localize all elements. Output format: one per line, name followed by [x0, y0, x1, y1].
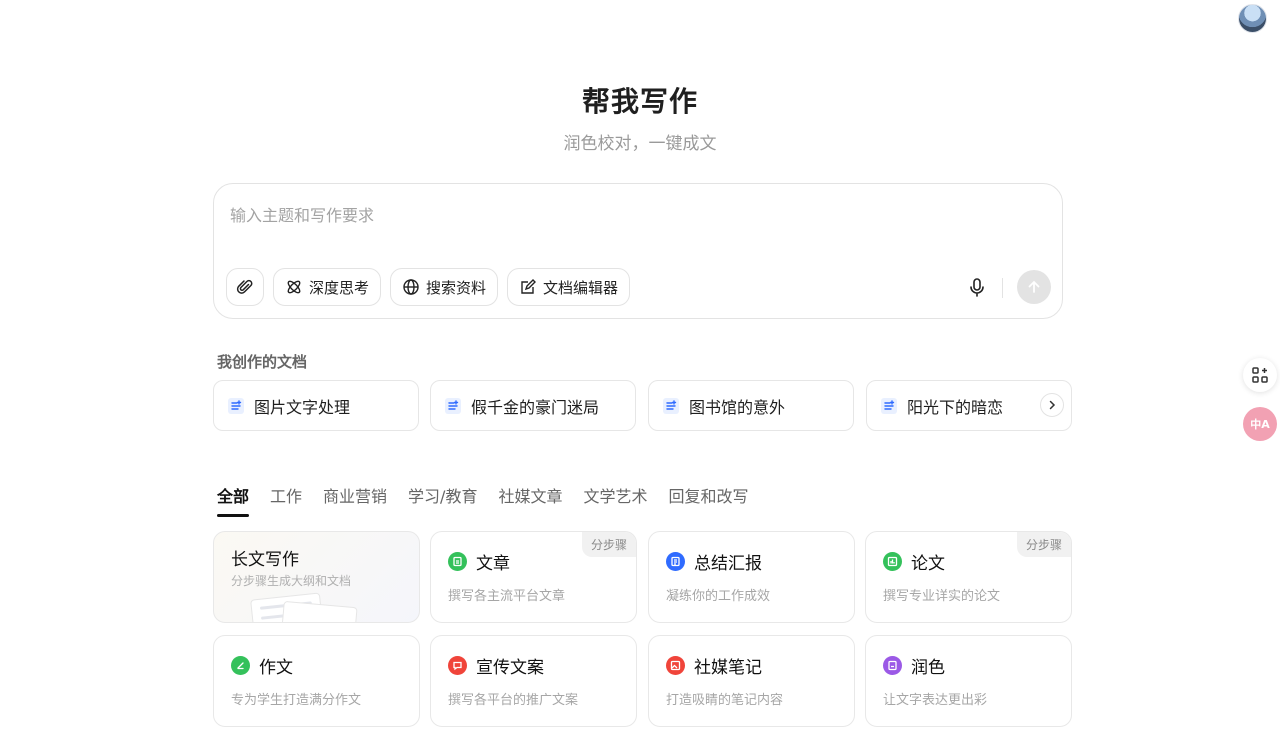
pen-icon — [231, 656, 250, 675]
send-button[interactable] — [1017, 270, 1051, 304]
tile-desc: 撰写各主流平台文章 — [448, 589, 566, 604]
tab-work[interactable]: 工作 — [270, 483, 302, 515]
doc-editor-label: 文档编辑器 — [543, 278, 619, 297]
tile-title: 作文 — [259, 658, 293, 678]
tile-long-writing[interactable]: 长文写作 分步骤生成大纲和文档 — [213, 531, 420, 623]
page-subtitle: 润色校对，一键成文 — [563, 134, 717, 154]
tab-all[interactable]: 全部 — [217, 483, 250, 517]
document-illustration — [280, 600, 358, 622]
tile-desc: 凝练你的工作成效 — [666, 589, 771, 604]
deep-think-button[interactable]: 深度思考 — [273, 268, 382, 306]
doc-card[interactable]: 假千金的豪门迷局 — [430, 380, 636, 431]
tile-desc: 撰写专业详实的论文 — [883, 589, 1001, 604]
tile-social-note[interactable]: 社媒笔记 打造吸睛的笔记内容 — [648, 635, 855, 727]
chevron-right-icon — [1049, 400, 1056, 410]
step-badge: 分步骤 — [581, 532, 636, 557]
tile-desc: 专为学生打造满分作文 — [231, 693, 362, 708]
document-icon — [228, 397, 244, 414]
doc-title: 假千金的豪门迷局 — [471, 397, 600, 417]
tile-thesis[interactable]: 分步骤 论文 撰写专业详实的论文 — [865, 531, 1072, 623]
tile-composition[interactable]: 作文 专为学生打造满分作文 — [213, 635, 420, 727]
tile-summary-report[interactable]: 总结汇报 凝练你的工作成效 — [648, 531, 855, 623]
report-icon — [666, 552, 685, 571]
translate-label: 中A — [1250, 418, 1270, 431]
paperclip-icon — [236, 279, 253, 294]
document-icon — [445, 397, 461, 414]
doc-card[interactable]: 图书馆的意外 — [648, 380, 854, 431]
search-web-label: 搜索资料 — [426, 278, 487, 297]
prompt-input-card[interactable]: 输入主题和写作要求 深度思考 搜索资料 文档编辑器 — [213, 183, 1063, 319]
tile-desc: 分步骤生成大纲和文档 — [231, 574, 352, 588]
my-docs-list: 图片文字处理 假千金的豪门迷局 图书馆的意外 阳光下的暗恋 — [213, 380, 1072, 431]
search-web-button[interactable]: 搜索资料 — [390, 268, 499, 306]
article-icon — [448, 552, 467, 571]
thesis-chart-icon — [883, 552, 902, 571]
prompt-input[interactable]: 输入主题和写作要求 — [230, 202, 374, 226]
my-docs-heading: 我创作的文档 — [217, 353, 308, 371]
step-badge: 分步骤 — [1016, 532, 1071, 557]
tab-social[interactable]: 社媒文章 — [498, 483, 562, 515]
globe-icon — [403, 279, 419, 295]
microphone-icon[interactable] — [966, 276, 988, 298]
tile-title: 润色 — [911, 658, 945, 678]
arrow-up-icon — [1028, 280, 1040, 293]
attach-button[interactable] — [226, 268, 264, 306]
tab-education[interactable]: 学习/教育 — [408, 483, 477, 515]
image-note-icon — [666, 656, 685, 675]
tile-article[interactable]: 分步骤 文章 撰写各主流平台文章 — [430, 531, 637, 623]
chat-bubble-icon — [448, 656, 467, 675]
scroll-next-button[interactable] — [1040, 393, 1064, 417]
edit-doc-icon — [521, 279, 536, 294]
tile-title: 总结汇报 — [694, 554, 762, 574]
tab-marketing[interactable]: 商业营销 — [323, 483, 387, 515]
atom-icon — [287, 280, 301, 294]
tile-polish[interactable]: 润色 让文字表达更出彩 — [865, 635, 1072, 727]
document-icon — [881, 397, 897, 414]
apps-add-icon[interactable] — [1243, 358, 1277, 392]
doc-title: 阳光下的暗恋 — [907, 397, 1004, 417]
tile-desc: 撰写各平台的推广文案 — [448, 693, 579, 708]
tab-literature[interactable]: 文学艺术 — [583, 483, 647, 515]
tile-desc: 打造吸睛的笔记内容 — [666, 693, 784, 708]
doc-title: 图片文字处理 — [254, 397, 351, 417]
category-tabs: 全部 工作 商业营销 学习/教育 社媒文章 文学艺术 回复和改写 — [217, 483, 770, 517]
doc-editor-button[interactable]: 文档编辑器 — [507, 268, 631, 306]
tile-title: 文章 — [476, 554, 510, 574]
translate-button[interactable]: 中A — [1243, 407, 1277, 441]
polish-icon — [883, 656, 902, 675]
tile-desc: 让文字表达更出彩 — [883, 693, 988, 708]
tile-title: 社媒笔记 — [694, 658, 762, 678]
tile-title: 宣传文案 — [476, 658, 544, 678]
doc-card[interactable]: 图片文字处理 — [213, 380, 419, 431]
tile-promo-copy[interactable]: 宣传文案 撰写各平台的推广文案 — [430, 635, 637, 727]
tab-rewrite[interactable]: 回复和改写 — [668, 483, 748, 515]
page-title: 帮我写作 — [581, 85, 698, 118]
avatar[interactable] — [1238, 4, 1267, 33]
tile-title: 论文 — [911, 554, 945, 574]
doc-title: 图书馆的意外 — [689, 397, 786, 417]
tile-title: 长文写作 — [231, 550, 299, 570]
deep-think-label: 深度思考 — [309, 278, 370, 297]
document-icon — [663, 397, 679, 414]
toolbar-divider — [1002, 278, 1003, 298]
